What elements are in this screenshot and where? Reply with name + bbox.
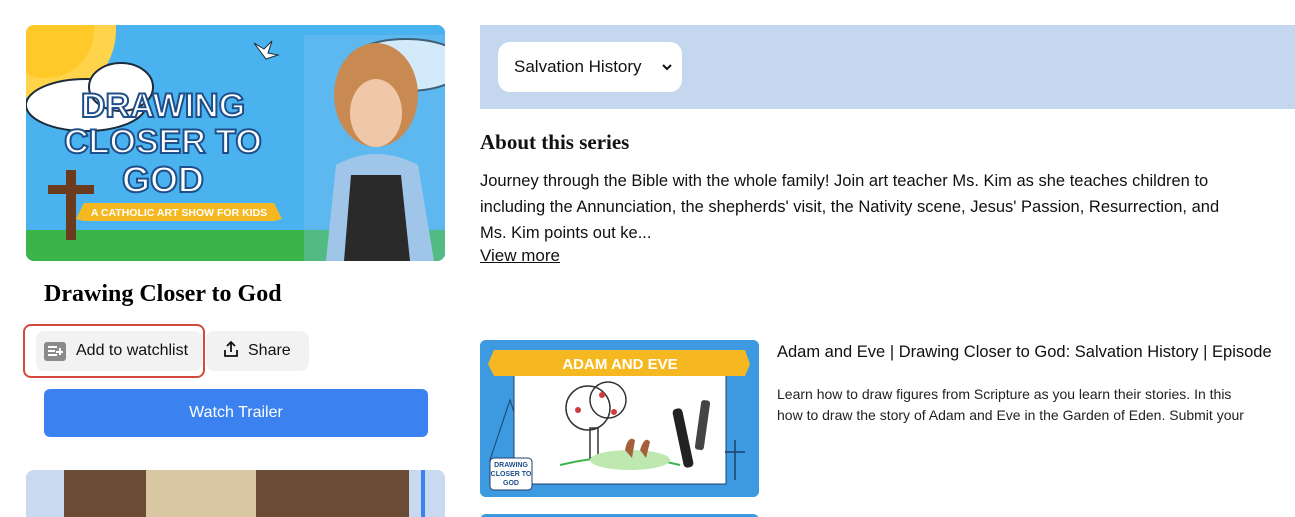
add-to-watchlist-button[interactable]: Add to watchlist <box>36 331 202 371</box>
share-icon <box>222 340 240 363</box>
watch-trailer-button[interactable]: Watch Trailer <box>44 389 428 437</box>
season-banner: Salvation History <box>480 25 1295 109</box>
share-label: Share <box>248 342 291 359</box>
episode-thumb-logo-line-2: CLOSER TO <box>491 471 532 478</box>
hero-logo-line-2: CLOSER TO <box>64 123 262 161</box>
about-line: Journey through the Bible with the whole… <box>480 172 1209 190</box>
view-more-link[interactable]: View more <box>480 246 560 266</box>
episode-thumb-logo-line-1: DRAWING <box>494 462 528 469</box>
episode-thumbnail[interactable]: ADAM AND EVE DRAWING CLOSER TO GOD <box>480 340 759 497</box>
episode-desc-line: how to draw the story of Adam and Eve in… <box>777 407 1244 423</box>
playlist-add-icon <box>44 341 66 361</box>
episode-title[interactable]: Adam and Eve | Drawing Closer to God: Sa… <box>777 343 1295 362</box>
season-select[interactable]: Salvation History <box>498 42 682 92</box>
about-heading: About this series <box>480 130 630 154</box>
add-to-watchlist-label: Add to watchlist <box>76 342 189 359</box>
season-select-value: Salvation History <box>514 57 642 76</box>
hero-logo-line-1: DRAWING <box>81 87 245 125</box>
about-line: including the Annunciation, the shepherd… <box>480 198 1220 216</box>
series-hero-image: DRAWING CLOSER TO GOD A CATHOLIC ART SHO… <box>26 25 445 261</box>
chevron-down-icon <box>661 60 672 74</box>
episode-thumb-banner: ADAM AND EVE <box>562 356 677 373</box>
hero-ribbon-text: A CATHOLIC ART SHOW FOR KIDS <box>91 207 267 219</box>
episode-desc-line: Learn how to draw figures from Scripture… <box>777 386 1232 402</box>
episode-thumb-logo-line-3: GOD <box>503 480 519 487</box>
episode-description: Learn how to draw figures from Scripture… <box>777 384 1295 426</box>
series-title: Drawing Closer to God <box>44 281 282 307</box>
share-button[interactable]: Share <box>206 331 309 371</box>
series-secondary-thumbnail[interactable] <box>26 470 445 517</box>
about-description: Journey through the Bible with the whole… <box>480 168 1295 246</box>
about-line: Ms. Kim points out ke... <box>480 224 652 242</box>
hero-logo-line-3: GOD <box>122 159 204 200</box>
